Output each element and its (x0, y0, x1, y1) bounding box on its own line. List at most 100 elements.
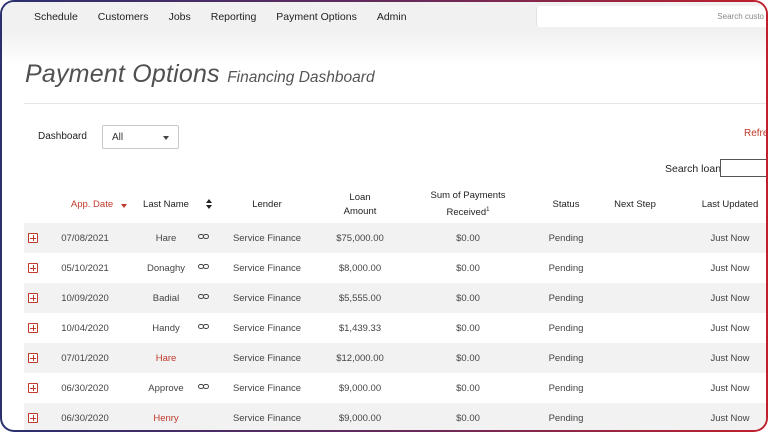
cell-payments-received: $0.00 (456, 352, 480, 364)
app-window: Schedule Customers Jobs Reporting Paymen… (0, 0, 768, 432)
dashboard-select[interactable]: All (102, 125, 179, 149)
expand-plus-icon[interactable] (28, 383, 38, 393)
nav-payment-options[interactable]: Payment Options (276, 11, 357, 23)
col-last-name[interactable]: Last Name (124, 186, 208, 223)
caret-down-icon (163, 136, 169, 140)
cell-last-updated: Just Now (710, 352, 750, 364)
cell-last-updated: Just Now (710, 322, 750, 334)
refresh-link[interactable]: Refres (744, 128, 766, 139)
cell-lender: Service Finance (232, 232, 302, 244)
cell-next-step (594, 223, 676, 253)
col-payments-line1: Sum of Payments (430, 189, 506, 201)
cell-last-updated: Just Now (710, 412, 750, 424)
expand-plus-icon[interactable] (28, 323, 38, 333)
cell-next-step (594, 403, 676, 430)
table-row[interactable]: 10/04/2020 Handy Service Finance $1,439.33 $… (24, 313, 766, 343)
nav-reporting[interactable]: Reporting (211, 11, 257, 23)
cell-app-date: 07/08/2021 (61, 232, 109, 244)
nav-admin[interactable]: Admin (377, 11, 407, 23)
cell-lender: Service Finance (232, 382, 302, 394)
cell-last-name: Donaghy (146, 262, 186, 274)
nav-jobs[interactable]: Jobs (169, 11, 191, 23)
expand-plus-icon[interactable] (28, 413, 38, 423)
col-lender[interactable]: Lender (218, 186, 316, 223)
col-last-name-label: Last Name (143, 198, 189, 210)
table-row[interactable]: 07/08/2021 Hare Service Finance $75,000.00 $… (24, 223, 766, 253)
dashboard-label: Dashboard (38, 131, 87, 142)
cell-payments-received: $0.00 (456, 262, 480, 274)
cell-next-step (594, 283, 676, 313)
dashboard-select-value: All (112, 131, 124, 143)
table-row[interactable]: 10/09/2020 Badial Service Finance $5,555.00… (24, 283, 766, 313)
cell-last-name[interactable]: Hare (124, 343, 208, 373)
expand-plus-icon[interactable] (28, 233, 38, 243)
cell-last-updated: Just Now (710, 382, 750, 394)
col-next-step-label: Next Step (614, 198, 656, 210)
expand-plus-icon[interactable] (28, 353, 38, 363)
nav-customers[interactable]: Customers (98, 11, 149, 23)
cell-app-date: 06/30/2020 (61, 382, 109, 394)
cell-payments-received: $0.00 (456, 232, 480, 244)
cell-next-step (594, 253, 676, 283)
expand-plus-icon[interactable] (28, 293, 38, 303)
link-chain-icon[interactable] (198, 324, 209, 331)
col-next-step[interactable]: Next Step (594, 186, 676, 223)
table-header: App. Date Last Name Lender Loan Amount S… (24, 186, 766, 223)
cell-lender: Service Finance (232, 412, 302, 424)
link-chain-icon[interactable] (198, 264, 209, 271)
col-payments-line2: Received (446, 207, 487, 219)
link-chain-icon[interactable] (198, 294, 209, 301)
col-loan-amount[interactable]: Loan Amount (310, 186, 410, 223)
table-row[interactable]: 06/30/2020 Approve Service Finance $9,000.0… (24, 373, 766, 403)
cell-loan-amount: $75,000.00 (336, 232, 384, 244)
cell-last-updated: Just Now (710, 292, 750, 304)
col-payments-received[interactable]: Sum of Payments Received1 (410, 186, 526, 223)
page-title-main: Payment Options (25, 60, 220, 88)
global-search-input[interactable]: Search custo (536, 6, 766, 27)
table-row[interactable]: 06/30/2020 Henry Service Finance $9,000.00 $… (24, 403, 766, 430)
cell-loan-amount: $9,000.00 (338, 412, 382, 424)
cell-lender: Service Finance (232, 352, 302, 364)
cell-app-date: 06/30/2020 (61, 412, 109, 424)
cell-last-updated: Just Now (710, 262, 750, 274)
cell-last-name: Handy (152, 322, 180, 334)
cell-next-step (594, 373, 676, 403)
col-loan-amount-line2: Amount (343, 205, 377, 217)
cell-loan-amount: $1,439.33 (338, 322, 382, 334)
cell-last-updated: Just Now (710, 232, 750, 244)
cell-next-step (594, 343, 676, 373)
search-loans-input[interactable] (720, 159, 766, 177)
cell-loan-amount: $9,000.00 (338, 382, 382, 394)
cell-loan-amount: $12,000.00 (336, 352, 384, 364)
cell-app-date: 07/01/2020 (61, 352, 109, 364)
cell-lender: Service Finance (232, 262, 302, 274)
col-lender-label: Lender (252, 198, 282, 210)
cell-last-name[interactable]: Henry (124, 403, 208, 430)
title-divider (24, 103, 766, 104)
expand-plus-icon[interactable] (28, 263, 38, 273)
page-subtitle: Financing Dashboard (227, 69, 375, 86)
nav-schedule[interactable]: Schedule (34, 11, 78, 23)
cell-last-name: Hare (155, 232, 177, 244)
cell-app-date: 10/04/2020 (61, 322, 109, 334)
sort-both-icon[interactable] (206, 199, 213, 210)
cell-app-date: 05/10/2021 (61, 262, 109, 274)
cell-next-step (594, 313, 676, 343)
col-last-updated-label: Last Updated (701, 198, 759, 210)
top-nav: Schedule Customers Jobs Reporting Paymen… (2, 2, 766, 32)
col-status-label: Status (552, 198, 580, 210)
page-title: Payment Options Financing Dashboard (25, 60, 375, 89)
cell-loan-amount: $5,555.00 (338, 292, 382, 304)
cell-payments-received: $0.00 (456, 382, 480, 394)
cell-payments-received: $0.00 (456, 292, 480, 304)
table-row[interactable]: 05/10/2021 Donaghy Service Finance $8,000.0… (24, 253, 766, 283)
col-loan-amount-line1: Loan (349, 191, 371, 203)
cell-payments-received: $0.00 (456, 412, 480, 424)
link-chain-icon[interactable] (198, 384, 209, 391)
cell-app-date: 10/09/2020 (61, 292, 109, 304)
cell-loan-amount: $8,000.00 (338, 262, 382, 274)
col-last-updated[interactable]: Last Updated (688, 186, 766, 223)
link-chain-icon[interactable] (198, 234, 209, 241)
cell-lender: Service Finance (232, 322, 302, 334)
table-row[interactable]: 07/01/2020 Hare Service Finance $12,000.00 $… (24, 343, 766, 373)
